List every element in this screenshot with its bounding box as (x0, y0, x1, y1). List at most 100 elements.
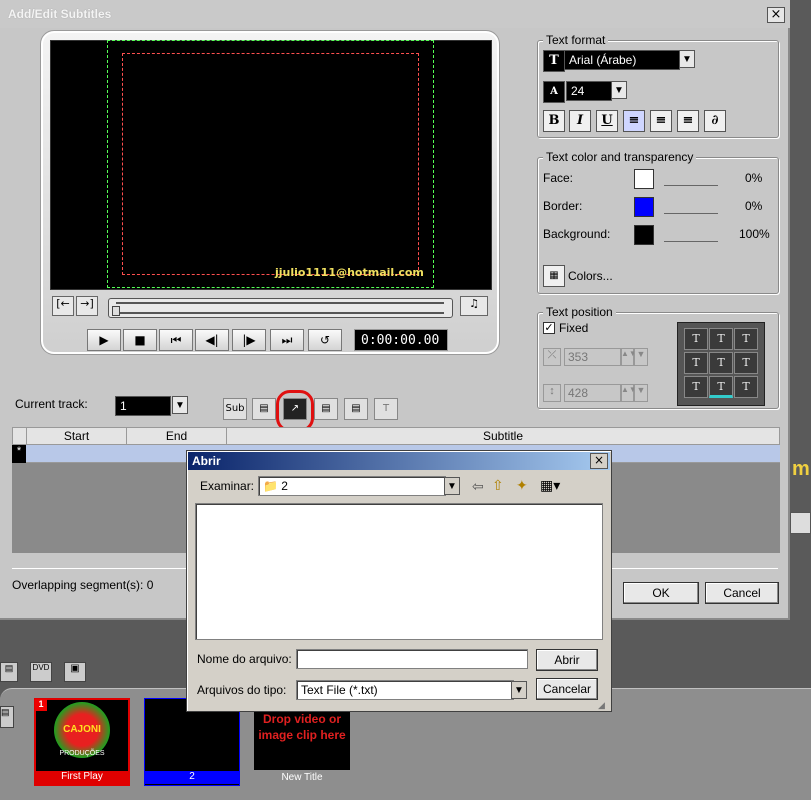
pos-middle-left-button[interactable]: T (684, 352, 708, 374)
text-format-legend: Text format (543, 33, 609, 47)
x-position-spinner[interactable]: ▲▼ (620, 348, 637, 366)
cajoni-logo-sub: PRODUÇÕES (59, 750, 105, 757)
repeat-button[interactable]: ↺ (308, 329, 342, 351)
filename-label: Nome do arquivo: (197, 652, 292, 666)
pos-bottom-left-button[interactable]: T (684, 376, 708, 398)
pos-bottom-center-button[interactable]: T (709, 376, 733, 398)
fixed-checkbox[interactable]: ✓ (543, 322, 555, 334)
next-frame-button[interactable]: |▶ (232, 329, 266, 351)
pos-top-right-button[interactable]: T (734, 328, 758, 350)
bold-button[interactable]: B (543, 110, 565, 132)
align-right-button[interactable]: ≡ (677, 110, 699, 132)
delete-subtitle-icon[interactable]: T (374, 398, 398, 420)
resize-grip-icon[interactable]: ◢ (598, 700, 605, 711)
mark-out-button[interactable]: →] (76, 296, 98, 316)
italic-button[interactable]: I (569, 110, 591, 132)
go-start-button[interactable]: ⏮ (159, 329, 193, 351)
align-center-button[interactable]: ≡ (650, 110, 672, 132)
font-size-select[interactable]: 24 (566, 81, 612, 101)
subtitle-preview-text: jjulio1111@hotmail.com (275, 266, 424, 279)
font-dropdown-arrow[interactable]: ▼ (679, 50, 695, 68)
timecode-display[interactable]: 0:00:00.00 (354, 329, 448, 351)
view-menu-icon[interactable]: ▦▾ (540, 477, 560, 494)
text-effect-button[interactable]: ∂ (704, 110, 726, 132)
end-column-header[interactable]: End (127, 428, 227, 444)
background-button (790, 512, 811, 534)
open-dialog-close-button[interactable]: × (590, 453, 608, 469)
palette-icon[interactable]: ▦ (543, 265, 565, 287)
current-track-select[interactable]: 1 (115, 396, 171, 416)
border-transparency-slider[interactable] (664, 200, 718, 214)
pos-middle-center-button[interactable]: T (709, 352, 733, 374)
current-track-dropdown-arrow[interactable]: ▼ (172, 396, 188, 414)
first-play-label: First Play (35, 771, 129, 784)
border-label: Border: (543, 199, 583, 213)
filetype-select[interactable]: Text File (*.txt) (296, 680, 514, 700)
border-color-swatch[interactable] (634, 197, 654, 217)
underline-button[interactable]: U (596, 110, 618, 132)
dialog-title: Add/Edit Subtitles (8, 7, 112, 21)
x-position-dropdown[interactable]: ▼ (634, 348, 648, 366)
background-transparency-slider[interactable] (664, 228, 718, 242)
subtitle-grid-header: Start End Subtitle (12, 427, 780, 445)
up-folder-icon[interactable]: ⇧ (492, 477, 504, 494)
text-color-legend: Text color and transparency (543, 150, 697, 164)
filetype-dropdown-arrow[interactable]: ▼ (511, 681, 527, 699)
prev-frame-button[interactable]: ◀| (195, 329, 229, 351)
back-icon[interactable]: ⇦ (472, 478, 484, 495)
face-transparency-value: 0% (745, 171, 763, 185)
file-list[interactable] (195, 503, 603, 640)
y-position-dropdown[interactable]: ▼ (634, 384, 648, 402)
ok-button[interactable]: OK (623, 582, 699, 604)
open-cancel-button[interactable]: Cancelar (536, 678, 598, 700)
scrub-slider[interactable] (108, 298, 453, 318)
dvd-icon[interactable]: DVD (30, 662, 52, 682)
strip-film-icon[interactable]: ▤ (0, 706, 14, 728)
subtitle-film-icon[interactable]: ▤ (252, 398, 276, 420)
add-subtitle-icon[interactable]: Sub (223, 398, 247, 420)
pos-bottom-right-button[interactable]: T (734, 376, 758, 398)
go-end-button[interactable]: ⏭ (270, 329, 304, 351)
y-position-input[interactable]: 428 (564, 384, 622, 402)
pos-top-center-button[interactable]: T (709, 328, 733, 350)
y-position-spinner[interactable]: ▲▼ (620, 384, 637, 402)
face-transparency-slider[interactable] (664, 172, 718, 186)
row-marker-header (13, 428, 27, 444)
new-folder-icon[interactable]: ✦ (516, 477, 528, 494)
face-color-swatch[interactable] (634, 169, 654, 189)
lookin-select[interactable]: 📁 2 (258, 476, 446, 496)
lookin-dropdown-arrow[interactable]: ▼ (444, 477, 460, 495)
open-button[interactable]: Abrir (536, 649, 598, 671)
filename-input[interactable] (296, 649, 528, 669)
save-subtitle-icon[interactable]: ▤ (314, 398, 338, 420)
play-button[interactable]: ▶ (87, 329, 121, 351)
font-select[interactable]: Arial (Árabe) (564, 50, 680, 70)
background-label: Background: (543, 227, 611, 241)
font-size-dropdown-arrow[interactable]: ▼ (611, 81, 627, 99)
new-title-label: New Title (281, 772, 323, 783)
subtitle-timing-icon[interactable]: ▤ (344, 398, 368, 420)
background-color-swatch[interactable] (634, 225, 654, 245)
add-menu-icon[interactable]: ▣ (64, 662, 86, 682)
scrub-thumb[interactable] (112, 306, 120, 316)
row-marker: * (12, 445, 26, 463)
dialog-close-button[interactable]: × (767, 7, 785, 23)
audio-track-icon[interactable]: ♫ (460, 296, 488, 316)
cancel-button[interactable]: Cancel (705, 582, 779, 604)
subtitle-column-header[interactable]: Subtitle (227, 428, 779, 444)
border-transparency-value: 0% (745, 199, 763, 213)
align-left-button[interactable]: ≡ (623, 110, 645, 132)
filetype-label: Arquivos do tipo: (197, 683, 287, 697)
scrub-track-bottom (116, 312, 444, 314)
mark-in-button[interactable]: [← (52, 296, 74, 316)
pos-middle-right-button[interactable]: T (734, 352, 758, 374)
lookin-label: Examinar: (200, 479, 255, 493)
start-column-header[interactable]: Start (27, 428, 127, 444)
y-position-icon: ↕ (543, 384, 561, 402)
title-safe-area (122, 53, 419, 275)
stop-button[interactable]: ■ (123, 329, 157, 351)
film-icon[interactable]: ▤ (0, 662, 18, 682)
x-position-input[interactable]: 353 (564, 348, 622, 366)
pos-top-left-button[interactable]: T (684, 328, 708, 350)
colors-button-label[interactable]: Colors... (568, 269, 613, 283)
